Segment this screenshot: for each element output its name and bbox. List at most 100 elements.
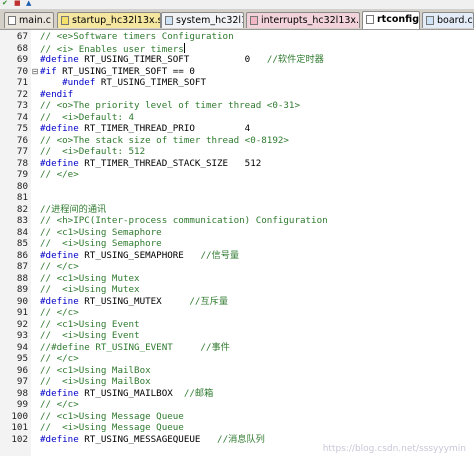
code-line[interactable]: 76 // <o>The stack size of timer thread <… bbox=[0, 135, 474, 147]
code-line[interactable]: 90 #define RT_USING_MUTEX //互斥量 bbox=[0, 296, 474, 308]
comment-token: //消息队列 bbox=[217, 433, 265, 445]
tab-label: interrupts_hc32l13x.c bbox=[261, 15, 360, 26]
watermark: https://blog.csdn.net/sssyyymin bbox=[322, 444, 466, 454]
code-line[interactable]: 78 #define RT_TIMER_THREAD_STACK_SIZE 512 bbox=[0, 158, 474, 170]
comment-token: // <i> Enables user timers bbox=[40, 43, 184, 55]
code-text: // </c> bbox=[40, 307, 79, 319]
code-line[interactable]: 75 #define RT_TIMER_THREAD_PRIO 4 bbox=[0, 123, 474, 135]
code-text: //进程间的通讯 bbox=[40, 204, 106, 216]
line-number: 78 bbox=[16, 157, 28, 169]
code-line[interactable]: 82 //进程间的通讯 bbox=[0, 204, 474, 216]
line-number: 84 bbox=[16, 226, 28, 238]
build-icon[interactable]: ▲ bbox=[26, 0, 34, 7]
preprocessor-token: #define bbox=[40, 295, 85, 307]
code-text: #define RT_USING_SEMAPHORE //信号量 bbox=[40, 250, 239, 262]
tab-interrupts-hc32l13x-c[interactable]: interrupts_hc32l13x.c bbox=[246, 12, 360, 28]
code-text: // <c1>Using Mutex bbox=[40, 273, 140, 285]
code-line[interactable]: 81 bbox=[0, 192, 474, 204]
code-line[interactable]: 84 // <c1>Using Semaphore bbox=[0, 227, 474, 239]
file-c-icon bbox=[165, 16, 173, 25]
code-text: #undef RT_USING_TIMER_SOFT bbox=[40, 77, 206, 89]
code-line[interactable]: 69 #define RT_USING_TIMER_SOFT 0 //软件定时器 bbox=[0, 54, 474, 66]
line-number: 89 bbox=[16, 284, 28, 295]
code-line[interactable]: 83 // <h>IPC(Inter-process communication)… bbox=[0, 215, 474, 227]
code-editor[interactable]: 67 // <e>Software timers Configuration 68 /… bbox=[0, 30, 474, 456]
comment-token: // </c> bbox=[40, 399, 79, 410]
code-text: // </c> bbox=[40, 261, 79, 273]
code-line[interactable]: 98 #define RT_USING_MAILBOX //邮箱 bbox=[0, 388, 474, 400]
code-text: #define RT_TIMER_THREAD_PRIO 4 bbox=[40, 123, 250, 135]
line-number: 71 bbox=[16, 77, 28, 88]
comment-token: // <i>Using Mutex bbox=[40, 284, 140, 295]
preprocessor-token: #define bbox=[40, 433, 85, 445]
tab-system-hc32l13x-c[interactable]: system_hc32l13x.c bbox=[161, 12, 244, 28]
tab-label: main.c bbox=[19, 15, 51, 26]
comment-token: //信号量 bbox=[200, 249, 240, 261]
comment-token: // <e>Software timers Configuration bbox=[40, 31, 234, 42]
identifier-token bbox=[40, 77, 62, 88]
text-caret bbox=[183, 42, 185, 53]
code-line[interactable]: 95 // </c> bbox=[0, 353, 474, 365]
line-number: 72 bbox=[16, 88, 28, 100]
code-line[interactable]: 86 #define RT_USING_SEMAPHORE //信号量 bbox=[0, 250, 474, 262]
code-text: #define RT_USING_MAILBOX //邮箱 bbox=[40, 388, 213, 400]
line-number: 90 bbox=[16, 295, 28, 307]
fold-toggle-icon[interactable]: ⊟ bbox=[31, 66, 39, 78]
comment-token: // </c> bbox=[40, 261, 79, 272]
code-line[interactable]: 70 ⊟ #if RT_USING_TIMER_SOFT == 0 bbox=[0, 66, 474, 78]
code-line[interactable]: 88 // <c1>Using Mutex bbox=[0, 273, 474, 285]
line-number: 79 bbox=[16, 169, 28, 180]
code-line[interactable]: 72 #endif bbox=[0, 89, 474, 101]
preprocessor-token: #define bbox=[40, 54, 85, 65]
comment-token: // </c> bbox=[40, 307, 79, 318]
check-icon[interactable]: ✔ bbox=[2, 0, 10, 7]
preprocessor-token: #define bbox=[40, 123, 85, 134]
code-line[interactable]: 93 // <i>Using Event bbox=[0, 330, 474, 342]
code-line[interactable]: 92 // <c1>Using Event bbox=[0, 319, 474, 331]
code-text: // <h>IPC(Inter-process communication) C… bbox=[40, 215, 328, 227]
line-number: 94 bbox=[16, 341, 28, 353]
comment-token: // <c1>Using MailBox bbox=[40, 364, 151, 376]
editor-tab-bar: main.c startup_hc32l13x.s system_hc32l13x.… bbox=[0, 10, 474, 30]
comment-token: // <i>Using Message Queue bbox=[40, 422, 184, 433]
comment-token: // <i>Default: 512 bbox=[40, 146, 146, 157]
code-line[interactable]: 79 // </e> bbox=[0, 169, 474, 181]
code-line[interactable]: 96 // <c1>Using MailBox bbox=[0, 365, 474, 377]
code-line[interactable]: 80 bbox=[0, 181, 474, 193]
code-line[interactable]: 97 // <i>Using MailBox bbox=[0, 376, 474, 388]
code-line[interactable]: 71 #undef RT_USING_TIMER_SOFT bbox=[0, 77, 474, 89]
identifier-token: RT_USING_TIMER_SOFT == 0 bbox=[62, 65, 195, 77]
code-text: // <c1>Using MailBox bbox=[40, 365, 151, 377]
code-line[interactable]: 91 // </c> bbox=[0, 307, 474, 319]
tab-board-c[interactable]: board.c bbox=[422, 12, 474, 28]
identifier-token: RT_USING_SEMAPHORE bbox=[84, 249, 201, 261]
code-line[interactable]: 87 // </c> bbox=[0, 261, 474, 273]
identifier-token: RT_TIMER_THREAD_STACK_SIZE 512 bbox=[84, 157, 262, 169]
code-line[interactable]: 74 // <i>Default: 4 bbox=[0, 112, 474, 124]
code-line[interactable]: 68 // <i> Enables user timers bbox=[0, 42, 474, 55]
code-line[interactable]: 101 // <i>Using Message Queue bbox=[0, 422, 474, 434]
line-number: 99 bbox=[16, 399, 28, 410]
code-line[interactable]: 100 // <c1>Using Message Queue bbox=[0, 411, 474, 423]
tab-rtconfig-h[interactable]: rtconfig.h bbox=[362, 11, 420, 29]
code-text: // <i>Using Mutex bbox=[40, 284, 140, 296]
code-text: // <i>Default: 4 bbox=[40, 112, 134, 124]
file-c-icon bbox=[426, 16, 434, 25]
code-line[interactable]: 77 // <i>Default: 512 bbox=[0, 146, 474, 158]
code-text: // <i>Default: 512 bbox=[40, 146, 145, 158]
code-text: // </e> bbox=[40, 169, 79, 181]
tab-startup-hc32l13x-s[interactable]: startup_hc32l13x.s bbox=[57, 12, 161, 28]
line-number: 101 bbox=[11, 422, 28, 433]
comment-token: // <i>Using Semaphore bbox=[40, 238, 162, 249]
tab-main-c[interactable]: main.c bbox=[4, 12, 54, 28]
preprocessor-token: #define bbox=[40, 387, 85, 399]
code-line[interactable]: 99 // </c> bbox=[0, 399, 474, 411]
line-number: 93 bbox=[16, 330, 28, 341]
stop-icon[interactable]: ■ bbox=[14, 0, 22, 7]
code-line[interactable]: 73 // <o>The priority level of timer thre… bbox=[0, 100, 474, 112]
code-line[interactable]: 85 // <i>Using Semaphore bbox=[0, 238, 474, 250]
code-line[interactable]: 89 // <i>Using Mutex bbox=[0, 284, 474, 296]
comment-token: //软件定时器 bbox=[266, 54, 324, 65]
code-line[interactable]: 94 //#define RT_USING_EVENT //事件 bbox=[0, 342, 474, 354]
code-line[interactable]: 67 // <e>Software timers Configuration bbox=[0, 31, 474, 43]
